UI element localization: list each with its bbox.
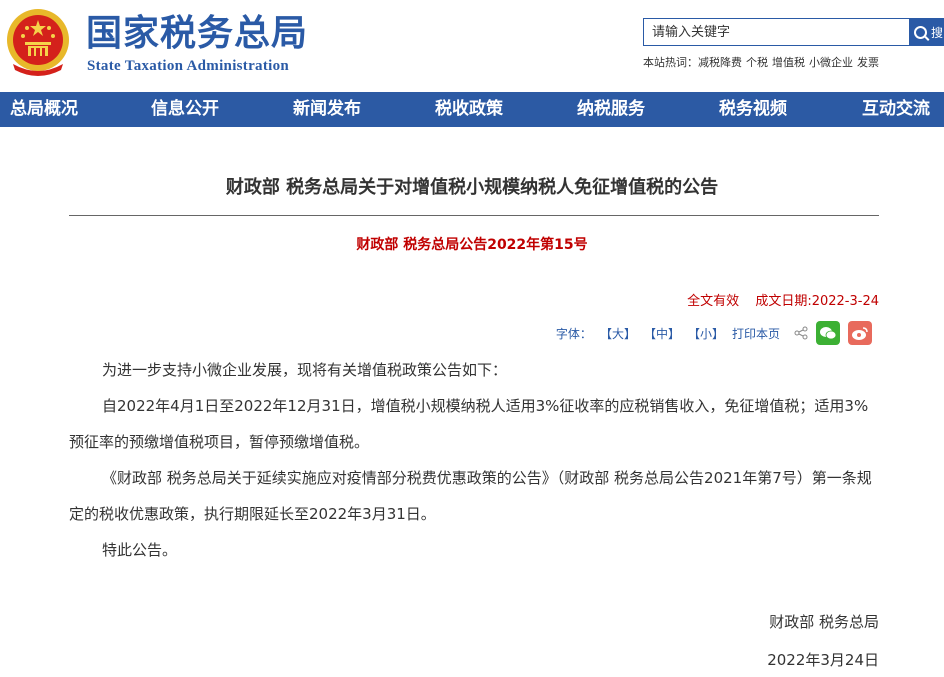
nav-item-info-disclosure[interactable]: 信息公开 <box>151 92 219 127</box>
search-icon <box>914 25 927 39</box>
signature-date: 2022年3月24日 <box>767 651 879 669</box>
search-button-label: 搜 <box>931 25 944 40</box>
body-paragraph: 《财政部 税务总局关于延续实施应对疫情部分税费优惠政策的公告》（财政部 税务总局… <box>69 469 872 523</box>
hot-words: 本站热词：减税降费 个税 增值税 小微企业 发票 <box>643 54 883 70</box>
article-tools: 字体： 【大】 【中】 【小】 打印本页 <box>548 320 872 346</box>
hot-word-link[interactable]: 增值税 <box>772 56 805 69</box>
search-box <box>643 18 910 46</box>
hot-words-label: 本站热词： <box>643 56 698 69</box>
article-body: 为进一步支持小微企业发展，现将有关增值税政策公告如下： 自2022年4月1日至2… <box>69 352 881 568</box>
nav-item-interaction[interactable]: 互动交流 <box>862 92 930 127</box>
font-large-button[interactable]: 【大】 <box>600 325 636 342</box>
font-small-button[interactable]: 【小】 <box>688 325 724 342</box>
nav-item-tax-video[interactable]: 税务视频 <box>719 92 787 127</box>
font-size-label: 字体： <box>555 326 592 341</box>
search-input[interactable] <box>644 19 909 45</box>
validity-status: 全文有效 <box>687 294 740 309</box>
article-meta: 全文有效 成文日期:2022-3-24 <box>687 290 879 309</box>
body-paragraph: 为进一步支持小微企业发展，现将有关增值税政策公告如下： <box>102 361 508 379</box>
title-divider <box>69 215 879 216</box>
print-button[interactable]: 打印本页 <box>732 325 780 342</box>
hot-word-link[interactable]: 个税 <box>746 56 768 69</box>
nav-item-taxpayer-service[interactable]: 纳税服务 <box>577 92 645 127</box>
site-title[interactable]: 国家税务总局 <box>86 14 308 54</box>
nav-item-overview[interactable]: 总局概况 <box>10 92 78 127</box>
main-nav: 总局概况 信息公开 新闻发布 税收政策 纳税服务 税务视频 互动交流 <box>0 92 944 127</box>
hot-word-link[interactable]: 小微企业 <box>809 56 853 69</box>
search-button[interactable]: 搜 <box>910 18 944 46</box>
document-number: 财政部 税务总局公告2022年第15号 <box>356 237 588 253</box>
body-paragraph: 自2022年4月1日至2022年12月31日，增值税小规模纳税人适用3%征收率的… <box>69 397 869 451</box>
nav-item-news[interactable]: 新闻发布 <box>293 92 361 127</box>
wechat-share-icon[interactable] <box>816 321 840 345</box>
article-title: 财政部 税务总局关于对增值税小规模纳税人免征增值税的公告 <box>225 177 719 198</box>
signature: 财政部 税务总局 <box>769 613 879 631</box>
nav-item-tax-policy[interactable]: 税收政策 <box>435 92 503 127</box>
share-icon[interactable] <box>794 326 808 340</box>
hot-word-link[interactable]: 发票 <box>857 56 879 69</box>
site-header: 国家税务总局 State Taxation Administration 搜 本… <box>0 0 944 92</box>
site-subtitle: State Taxation Administration <box>87 58 290 74</box>
font-medium-button[interactable]: 【中】 <box>644 325 680 342</box>
issue-date: 成文日期:2022-3-24 <box>755 294 879 309</box>
hot-word-link[interactable]: 减税降费 <box>698 56 742 69</box>
national-emblem-icon[interactable] <box>3 6 73 78</box>
body-paragraph: 特此公告。 <box>102 541 178 559</box>
weibo-share-icon[interactable] <box>848 321 872 345</box>
